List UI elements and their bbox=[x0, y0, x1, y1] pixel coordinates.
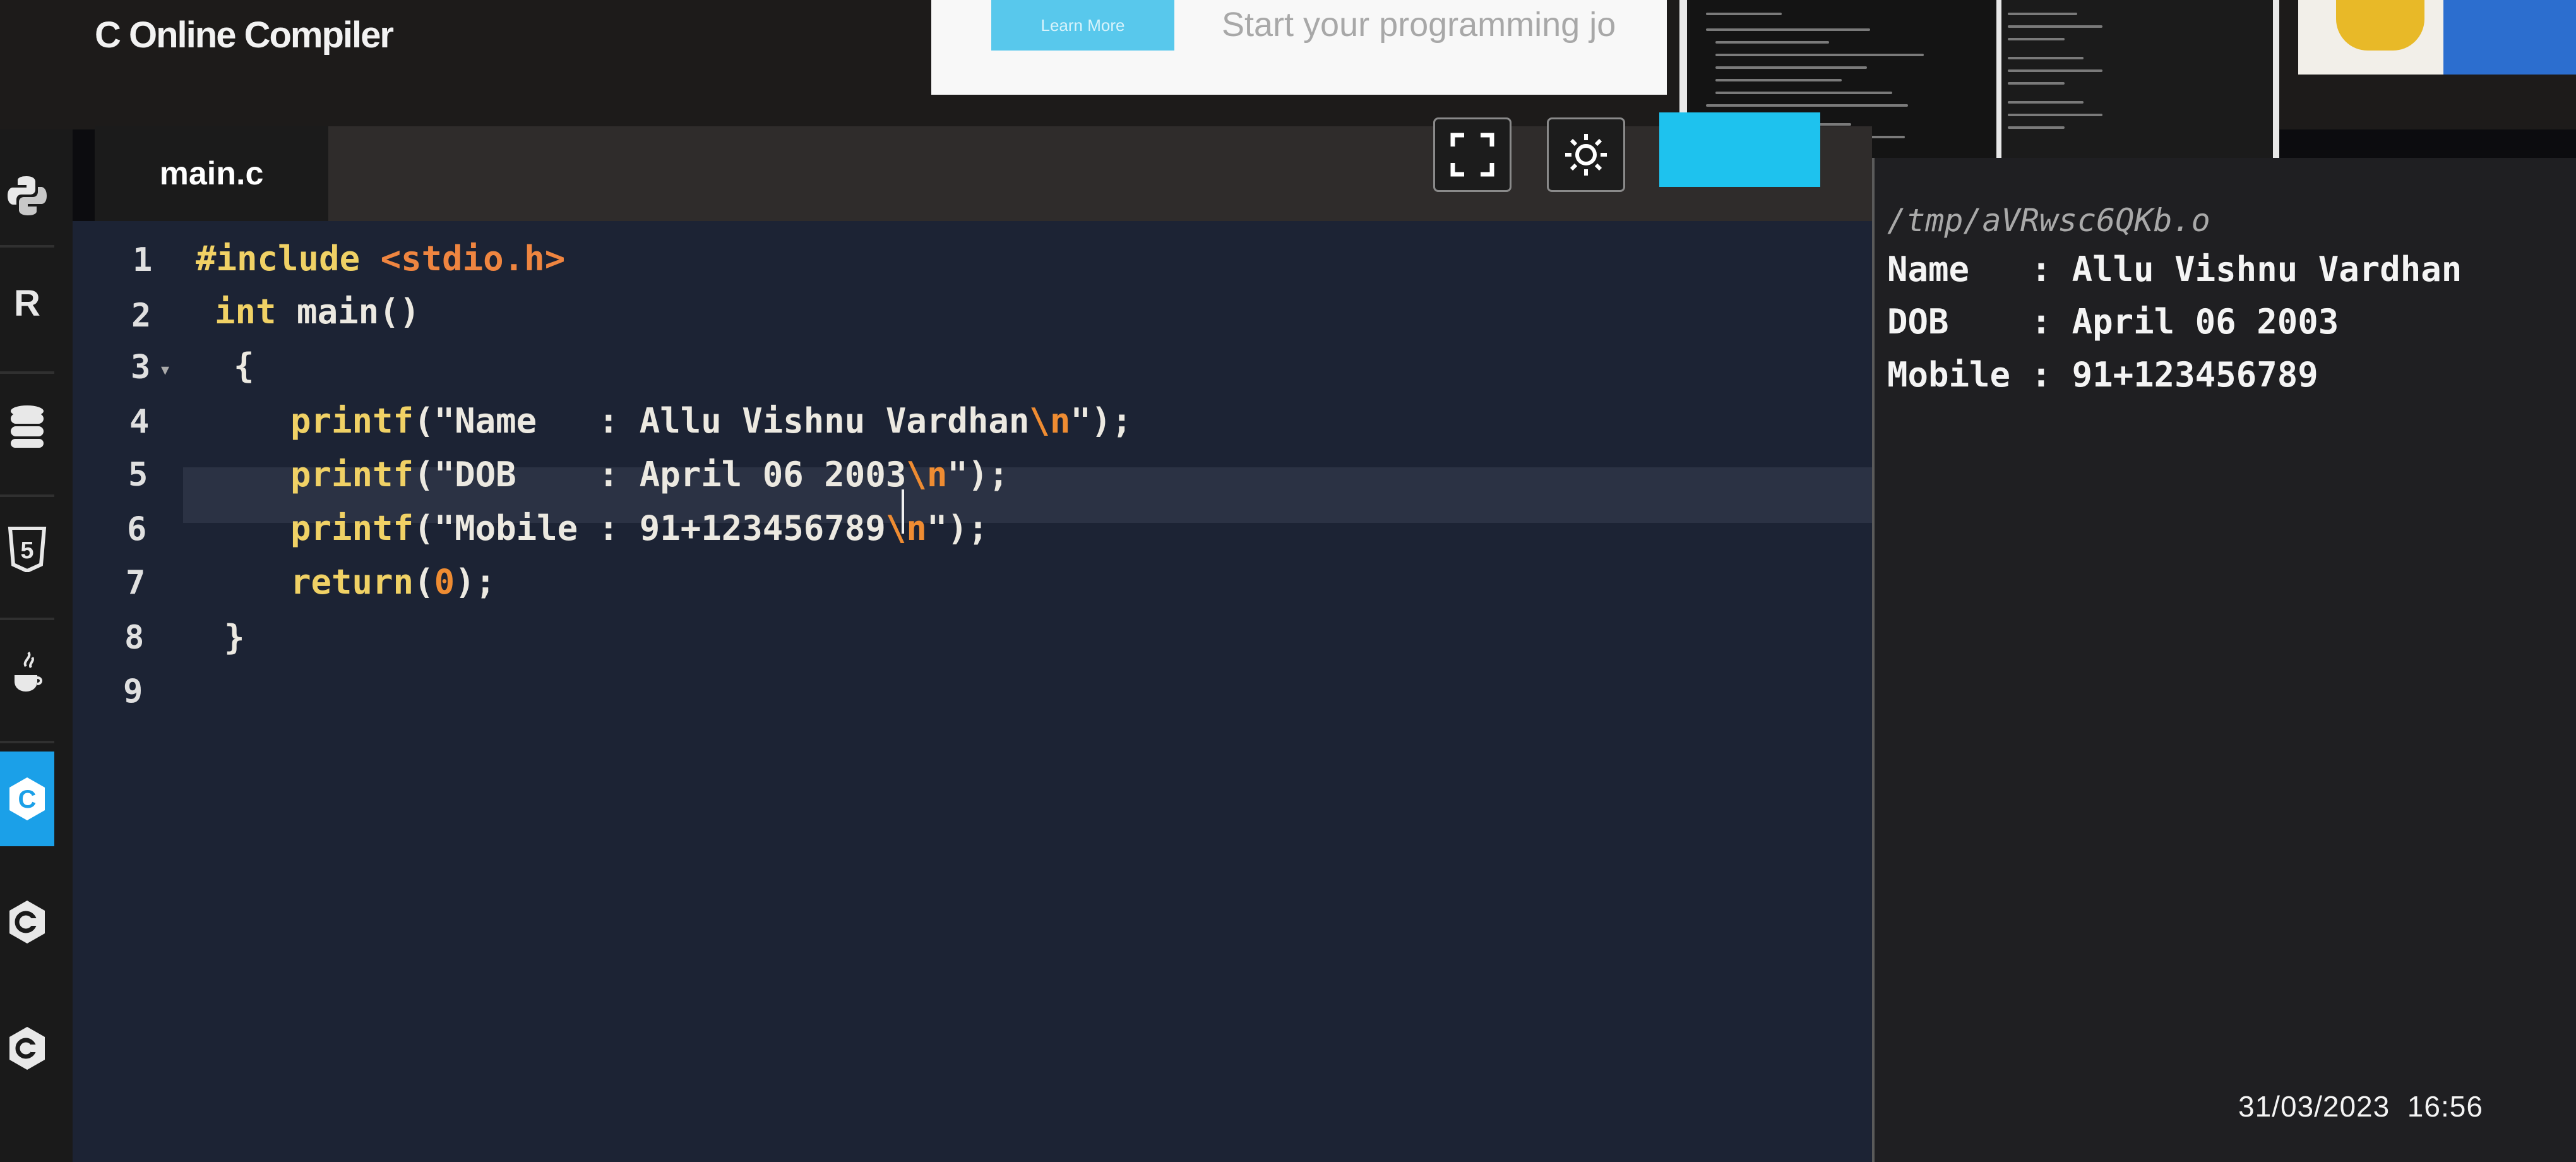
output-line: DOB : April 06 2003 bbox=[1887, 302, 2339, 342]
line-number: 2 bbox=[131, 297, 152, 335]
theme-toggle-button[interactable] bbox=[1547, 117, 1625, 192]
fullscreen-button[interactable] bbox=[1433, 117, 1512, 192]
tab-main-c[interactable]: main.c bbox=[95, 126, 328, 221]
java-icon bbox=[15, 651, 42, 692]
code-line-3: { bbox=[234, 346, 254, 386]
sidebar-item-cpp[interactable] bbox=[0, 875, 54, 969]
run-button[interactable] bbox=[1659, 112, 1820, 187]
line-number: 5 bbox=[128, 456, 148, 494]
cpp-icon bbox=[9, 901, 45, 943]
sidebar-item-c[interactable]: C bbox=[0, 752, 54, 846]
csharp-icon bbox=[9, 1027, 45, 1070]
line-number-gutter: 1 2 3 ▾ 4 5 6 7 8 9 bbox=[73, 221, 180, 1162]
code-line-4: printf("Name : Allu Vishnu Vardhan\n"); bbox=[290, 401, 1132, 441]
output-panel: /tmp/aVRwsc6QKb.o Name : Allu Vishnu Var… bbox=[1872, 158, 2576, 1162]
text-cursor bbox=[902, 489, 904, 534]
line-number: 7 bbox=[126, 564, 146, 602]
sidebar-item-sql[interactable] bbox=[0, 379, 54, 474]
code-line-1: #include <stdio.h> bbox=[196, 239, 566, 279]
line-number: 1 bbox=[133, 241, 153, 279]
svg-text:C: C bbox=[18, 786, 37, 813]
ad-banner[interactable]: Learn More Start your programming jo bbox=[931, 0, 1667, 95]
sidebar-item-csharp[interactable] bbox=[0, 1001, 54, 1096]
code-line-8: } bbox=[224, 618, 245, 657]
sidebar-item-html[interactable]: 5 bbox=[0, 502, 54, 597]
line-number: 6 bbox=[127, 510, 147, 548]
sidebar-item-java[interactable] bbox=[0, 625, 54, 720]
svg-text:5: 5 bbox=[20, 537, 33, 564]
sidebar-item-r[interactable]: R bbox=[0, 256, 54, 350]
sun-icon bbox=[1565, 134, 1607, 176]
python-banner-art bbox=[2298, 0, 2576, 75]
preview-output-pane bbox=[2001, 0, 2273, 158]
language-sidebar: R 5 C bbox=[0, 129, 73, 1162]
line-number: 4 bbox=[129, 403, 150, 441]
ad-learn-more-button[interactable]: Learn More bbox=[991, 0, 1174, 51]
c-language-icon: C bbox=[9, 777, 45, 820]
photo-timestamp: 31/03/2023 16:56 bbox=[2238, 1090, 2483, 1123]
code-line-2: int main() bbox=[215, 292, 420, 332]
code-editor[interactable]: 1 2 3 ▾ 4 5 6 7 8 9 #include <stdio.h> i… bbox=[73, 221, 1957, 1162]
line-number: 8 bbox=[124, 619, 145, 657]
database-icon bbox=[11, 405, 44, 448]
output-binary-path: /tmp/aVRwsc6QKb.o bbox=[1887, 202, 2210, 239]
code-line-5: printf("DOB : April 06 2003\n"); bbox=[290, 455, 1009, 494]
python-icon bbox=[8, 176, 47, 215]
html5-icon: 5 bbox=[8, 527, 47, 572]
sidebar-item-python[interactable] bbox=[0, 148, 54, 243]
r-language-icon: R bbox=[14, 282, 40, 324]
output-line: Mobile : 91+123456789 bbox=[1887, 355, 2318, 395]
code-line-7: return(0); bbox=[290, 562, 496, 602]
line-number: 9 bbox=[123, 673, 143, 710]
site-title: C Online Compiler bbox=[95, 15, 394, 56]
code-line-6: printf("Mobile : 91+123456789\n"); bbox=[290, 508, 989, 548]
output-line: Name : Allu Vishnu Vardhan bbox=[1887, 249, 2462, 289]
fullscreen-icon bbox=[1450, 133, 1494, 177]
ad-text: Start your programming jo bbox=[1222, 6, 1616, 44]
compiler-app: C Online Compiler Learn More Start your … bbox=[0, 0, 2576, 1162]
fold-arrow-icon[interactable]: ▾ bbox=[161, 360, 169, 380]
